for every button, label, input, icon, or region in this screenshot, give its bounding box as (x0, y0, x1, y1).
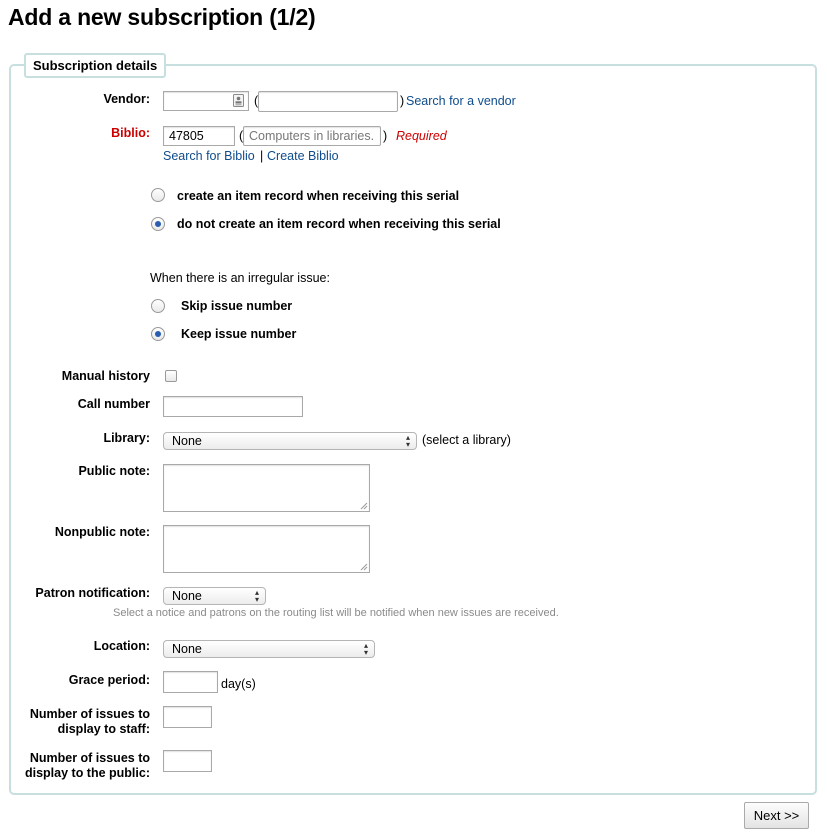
library-hint: (select a library) (422, 433, 511, 447)
resize-grip-icon (360, 502, 368, 510)
vendor-label: Vendor: (103, 92, 150, 106)
issues-staff-input[interactable] (163, 706, 212, 728)
create-biblio-link[interactable]: Create Biblio (267, 149, 339, 163)
issues-public-input[interactable] (163, 750, 212, 772)
public-note-label: Public note: (78, 464, 150, 478)
call-number-label: Call number (77, 397, 150, 411)
biblio-required-note: Required (396, 129, 447, 143)
nonpublic-note-label: Nonpublic note: (54, 525, 150, 539)
biblio-title-input[interactable] (243, 126, 381, 146)
grace-period-input[interactable] (163, 671, 218, 693)
biblio-label: Biblio: (111, 126, 150, 140)
search-biblio-link[interactable]: Search for Biblio (163, 149, 255, 163)
patron-notification-select[interactable]: None ▴ ▾ (163, 587, 266, 605)
patron-notification-hint: Select a notice and patrons on the routi… (113, 607, 559, 619)
skip-issue-radio[interactable] (151, 299, 165, 313)
search-vendor-link[interactable]: Search for a vendor (406, 94, 516, 108)
create-item-record-label[interactable]: create an item record when receiving thi… (177, 189, 459, 203)
patron-notification-value: None (172, 589, 202, 603)
location-select-value: None (172, 642, 202, 656)
select-arrows-icon: ▴ ▾ (254, 588, 259, 604)
grace-period-unit: day(s) (221, 677, 256, 691)
contact-card-icon[interactable] (233, 94, 244, 107)
library-select-value: None (172, 434, 202, 448)
issues-public-label: Number of issues to display to the public… (24, 751, 150, 780)
location-select[interactable]: None ▴ ▾ (163, 640, 375, 658)
biblio-close-paren: ) (383, 129, 388, 143)
vendor-close-paren: ) (400, 94, 405, 108)
public-note-textarea[interactable] (163, 464, 370, 512)
next-button[interactable]: Next >> (744, 802, 809, 829)
select-arrows-icon: ▴ ▾ (405, 433, 410, 449)
call-number-input[interactable] (163, 396, 303, 417)
issues-staff-label: Number of issues to display to staff: (29, 707, 150, 736)
skip-issue-label[interactable]: Skip issue number (181, 299, 292, 313)
manual-history-checkbox[interactable] (165, 370, 177, 382)
select-arrows-icon: ▴ ▾ (363, 641, 368, 657)
vendor-name-input[interactable] (258, 91, 398, 112)
irregular-issue-prompt: When there is an irregular issue: (150, 271, 330, 285)
no-item-record-label[interactable]: do not create an item record when receiv… (177, 217, 501, 231)
resize-grip-icon (360, 563, 368, 571)
biblio-id-input[interactable] (163, 126, 235, 146)
library-select[interactable]: None ▴ ▾ (163, 432, 417, 450)
section-legend: Subscription details (24, 53, 167, 78)
create-item-record-radio[interactable] (151, 188, 165, 202)
manual-history-label: Manual history (61, 369, 150, 383)
page-title: Add a new subscription (1/2) (8, 4, 316, 30)
grace-period-label: Grace period: (68, 673, 150, 687)
biblio-link-separator: | (260, 149, 264, 163)
keep-issue-label[interactable]: Keep issue number (181, 327, 296, 341)
library-label: Library: (103, 431, 150, 445)
location-label: Location: (93, 639, 150, 653)
no-item-record-radio[interactable] (151, 217, 165, 231)
patron-notification-label: Patron notification: (35, 586, 150, 600)
nonpublic-note-textarea[interactable] (163, 525, 370, 573)
keep-issue-radio[interactable] (151, 327, 165, 341)
